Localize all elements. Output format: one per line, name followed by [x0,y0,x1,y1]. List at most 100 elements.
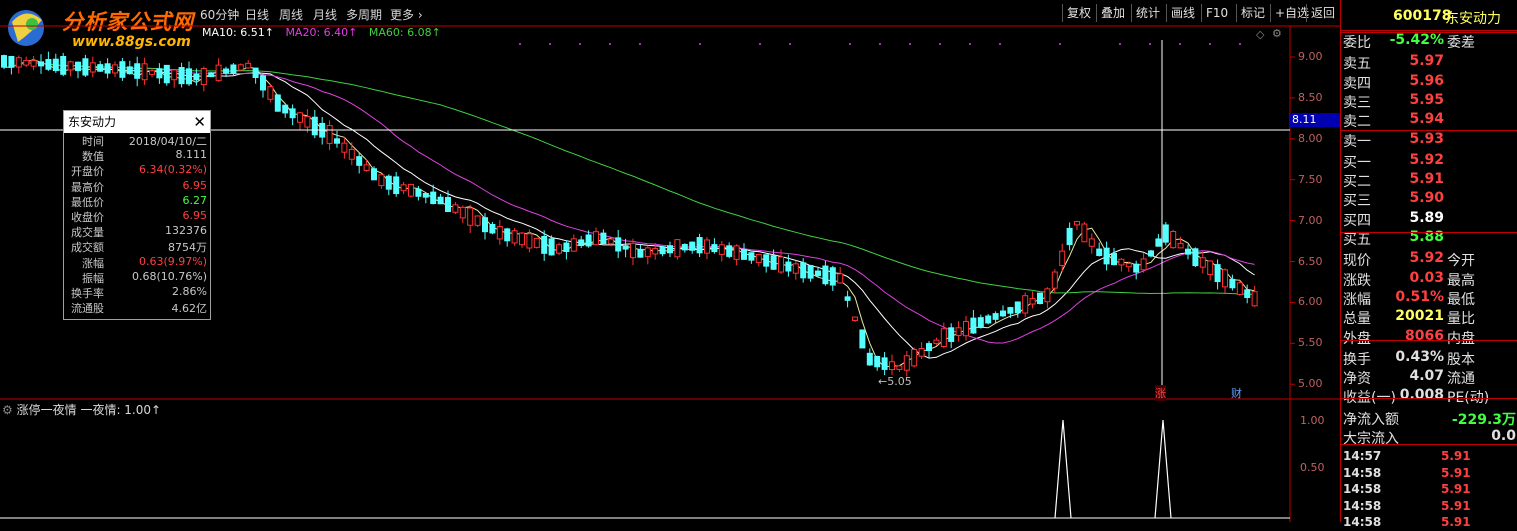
candle-body [593,231,599,246]
popup-row-key: 最低价 [71,195,104,209]
panel-separator [1341,130,1517,131]
candle-body [1088,238,1095,247]
popup-row-key: 成交量 [71,226,104,240]
candle-body [600,232,607,245]
candle-body [852,316,858,321]
signal-dot [909,43,911,45]
fundamental-row-value: 0.43% [1395,348,1444,365]
candle-body [415,188,422,197]
candle-body [785,261,792,272]
candle-body [778,256,784,273]
gear-icon[interactable]: ⚙ [2,403,13,417]
candle-body [985,315,992,324]
quote-row: 涨跌 0.03 最高 [1343,270,1517,289]
popup-row: 流通股 4.62亿 [64,300,210,315]
signal-dot [699,43,701,45]
price-axis-tick: 9.00 [1298,50,1323,63]
popup-row-value: 4.62亿 [171,302,208,316]
indicator-chart[interactable] [0,400,1340,522]
popup-row: 收盘价 6.95 [64,209,210,224]
tick-price: 5.91 [1441,482,1471,497]
candle-body [163,64,170,84]
stock-code: 600178 [1393,8,1452,24]
quote-row-label: 外盘 [1343,330,1371,347]
candle-body [1096,248,1103,256]
candle-body [1155,238,1162,247]
popup-row-key: 数值 [82,150,104,164]
candle-body [496,226,503,240]
candle-body [1229,278,1236,289]
tick-time: 14:58 [1343,498,1382,513]
candle-body [489,223,496,234]
candle-body [911,348,918,367]
candle-body [1014,301,1021,314]
candle-body [67,61,74,71]
popup-row-key: 时间 [82,135,104,148]
limit-up-marker[interactable]: 涨 [1155,385,1166,401]
signal-dot [789,43,791,45]
popup-row: 开盘价 6.34(0.32%) [64,163,210,178]
popup-row-value: 2.86% [172,284,207,298]
candle-body [1192,248,1199,267]
candle-body [822,265,829,285]
quote-row-value: 5.92 [1409,250,1444,267]
candle-body [548,238,555,256]
bid-row: 买四 5.89 [1343,210,1517,229]
price-axis-tick: 7.00 [1298,213,1323,227]
popup-row-value: 0.68(10.76%) [131,269,207,283]
close-icon[interactable]: ✕ [193,111,206,133]
ask-row-label: 卖一 [1343,133,1371,150]
sub-axis-tick: 1.00 [1300,414,1325,427]
candle-body [326,125,333,144]
bid-row: 买三 5.90 [1343,190,1517,209]
quote-row-label: 现价 [1343,253,1371,270]
candle-body [282,104,289,114]
candle-body [807,265,814,279]
candle-body [311,116,318,136]
candle-body [1051,271,1058,289]
popup-row-value: 2018/04/10/二 [128,135,207,148]
fundamental-row-value: 0.008 [1399,387,1444,404]
candle-body [667,245,673,254]
candle-body [511,230,518,244]
signal-dot [849,43,851,45]
candle-body [896,365,903,370]
candle-body [504,228,511,242]
quote-row-label2: 最低 [1447,291,1475,308]
finance-marker[interactable]: 财 [1231,385,1242,401]
tick-time: 14:58 [1343,465,1382,480]
candle-body [800,262,807,279]
tick-time: 14:58 [1343,515,1382,530]
signal-dot [519,43,521,45]
tick-row: 14:58 5.91 [1343,482,1513,498]
candle-body [815,270,821,277]
candle-body [1170,231,1177,249]
bar-info-popup: 东安动力 ✕ 时间 2018/04/10/二 数值 8.111 开盘价 6.34(0.32… [63,110,211,320]
candle-body [585,234,592,247]
popup-row-key: 涨幅 [82,256,104,270]
signal-dot [1149,43,1151,45]
candle-body [733,245,740,260]
ask-row-value: 5.93 [1409,130,1444,147]
popup-row-value: 6.95 [182,208,208,222]
candle-body [75,61,81,72]
candle-body [681,244,688,251]
signal-dot [969,43,971,45]
candle-body [1044,288,1051,303]
signal-dot [1119,43,1121,45]
candle-body [578,239,585,247]
bid-row: 买二 5.91 [1343,171,1517,190]
candle-body [696,237,703,254]
popup-row-value: 132376 [165,224,207,238]
candle-body [563,242,570,252]
tick-price: 5.91 [1441,449,1471,464]
candle-body [792,263,799,274]
popup-row-value: 6.34(0.32%) [138,163,207,177]
candle-body [1066,227,1073,246]
stock-name: 东安动力 [1445,11,1501,27]
weibi-row: 委比 -5.42% 委差 [1343,32,1517,51]
ask-row-value: 5.96 [1409,72,1444,89]
candle-body [356,156,363,166]
quote-row-label2: 今开 [1447,253,1475,270]
candle-body [334,138,340,144]
